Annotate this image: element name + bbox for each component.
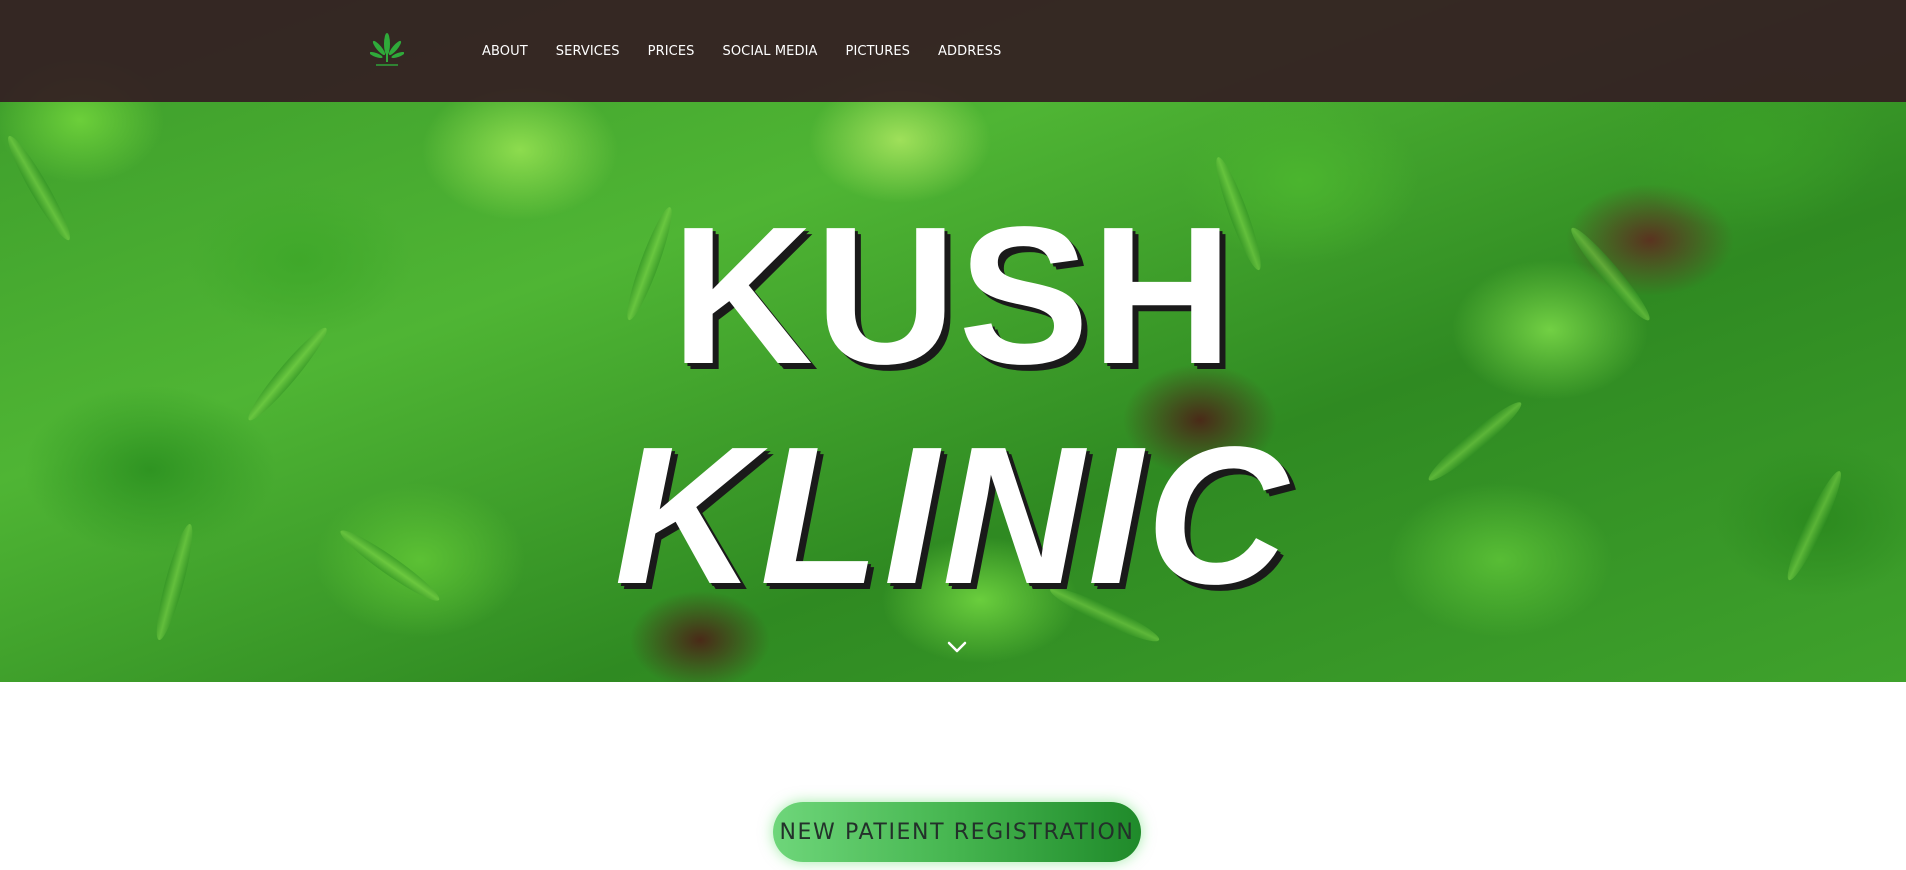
registration-section: NEW PATIENT REGISTRATION [773,802,1141,862]
new-patient-registration-button[interactable]: NEW PATIENT REGISTRATION [773,802,1141,862]
cannabis-leaf-icon[interactable] [370,32,404,70]
nav-item-address[interactable]: ADDRESS [938,44,1001,59]
top-navbar: ABOUT SERVICES PRICES SOCIAL MEDIA PICTU… [0,0,1906,102]
nav-item-about[interactable]: ABOUT [482,44,528,59]
nav-item-social-media[interactable]: SOCIAL MEDIA [723,44,818,59]
nav-item-services[interactable]: SERVICES [556,44,620,59]
chevron-down-icon[interactable] [946,640,968,654]
nav-item-prices[interactable]: PRICES [648,44,695,59]
hero-title-line-1: KUSH [671,186,1235,405]
hero-banner: KUSH KLINIC [0,0,1906,682]
main-nav: ABOUT SERVICES PRICES SOCIAL MEDIA PICTU… [482,0,1029,102]
hero-title-line-2: KLINIC [614,406,1292,625]
nav-item-pictures[interactable]: PICTURES [846,44,911,59]
